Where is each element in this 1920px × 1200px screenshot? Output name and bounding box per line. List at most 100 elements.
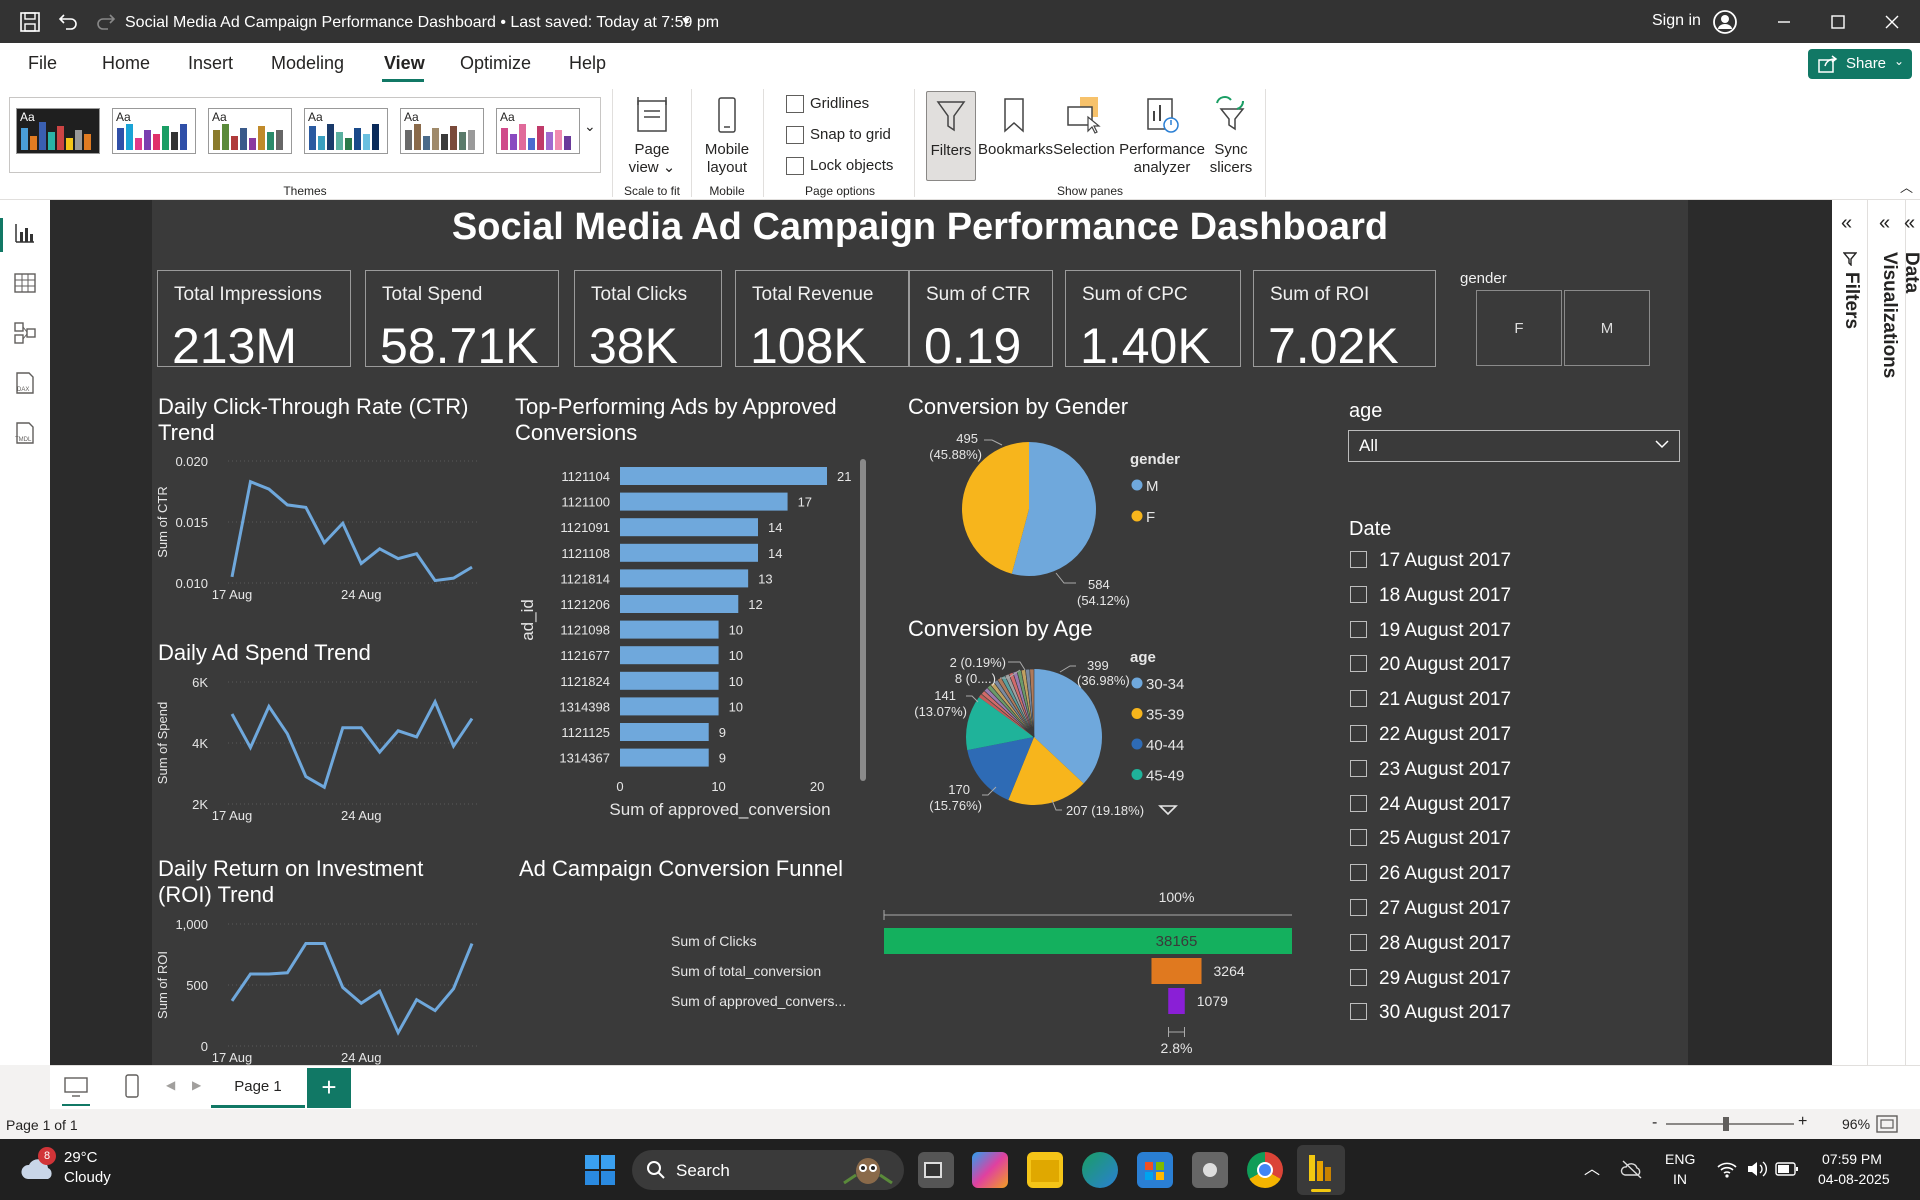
undo-icon[interactable]: [56, 10, 80, 34]
bookmarks-pane-button[interactable]: Bookmarks: [978, 91, 1053, 159]
spend-line-chart[interactable]: 2K 4K 6K Sum of Spend 17 Aug 24 Aug: [152, 670, 492, 830]
kpi-card-total-spend[interactable]: Total Spend 58.71K: [365, 270, 559, 374]
file-explorer-icon[interactable]: [1027, 1152, 1063, 1188]
add-page-button[interactable]: +: [307, 1068, 351, 1108]
lock-objects-checkbox[interactable]: Lock objects: [786, 157, 893, 176]
theme-4[interactable]: Aa: [304, 108, 388, 154]
menu-home[interactable]: Home: [102, 53, 150, 74]
ctr-line-chart[interactable]: 0.010 0.015 0.020 Sum of CTR 17 Aug 24 Aug: [152, 445, 492, 605]
snap-to-grid-checkbox[interactable]: Snap to grid: [786, 126, 891, 145]
visualizations-pane-collapsed[interactable]: « Visualizations: [1870, 200, 1906, 1065]
age-slicer-dropdown[interactable]: All: [1348, 430, 1680, 462]
conversion-funnel-chart[interactable]: 100% Sum of Clicks 38165 Sum of total_conve…: [512, 885, 1292, 1065]
menu-view[interactable]: View: [384, 53, 425, 74]
desktop-layout-icon[interactable]: [64, 1076, 88, 1098]
copilot-icon[interactable]: [972, 1152, 1008, 1188]
selection-pane-button[interactable]: Selection: [1052, 91, 1116, 159]
prev-page-icon[interactable]: ◀: [166, 1078, 175, 1092]
date-slicer-item[interactable]: 26 August 2017: [1350, 863, 1511, 885]
menu-help[interactable]: Help: [569, 53, 606, 74]
date-slicer-item[interactable]: 23 August 2017: [1350, 759, 1511, 781]
menu-optimize[interactable]: Optimize: [460, 53, 531, 74]
date-slicer-item[interactable]: 18 August 2017: [1350, 585, 1511, 607]
store-icon[interactable]: [1137, 1152, 1173, 1188]
menu-insert[interactable]: Insert: [188, 53, 233, 74]
gender-option-m[interactable]: M: [1564, 290, 1650, 366]
date-slicer-item[interactable]: 30 August 2017: [1350, 1002, 1511, 1024]
theme-6[interactable]: Aa: [496, 108, 580, 154]
power-bi-icon[interactable]: [1297, 1145, 1345, 1195]
save-icon[interactable]: [18, 10, 42, 34]
filters-pane-collapsed[interactable]: « Filters: [1832, 200, 1868, 1065]
zoom-slider-thumb[interactable]: [1723, 1117, 1729, 1131]
language-indicator[interactable]: ENG: [1665, 1151, 1695, 1167]
model-view-icon[interactable]: [12, 320, 38, 346]
windows-start-icon[interactable]: [584, 1154, 616, 1186]
themes-expand-icon[interactable]: ⌄: [584, 118, 596, 135]
task-view-icon[interactable]: [918, 1152, 954, 1188]
data-pane-collapsed[interactable]: « Data: [1901, 200, 1920, 1065]
camera-icon[interactable]: [1192, 1152, 1228, 1188]
kpi-card-sum-cpc[interactable]: Sum of CPC 1.40K: [1065, 270, 1241, 374]
zoom-slider-track[interactable]: [1666, 1123, 1794, 1125]
page-tab-1[interactable]: Page 1: [211, 1068, 305, 1108]
onedrive-off-icon[interactable]: [1620, 1159, 1644, 1179]
gender-option-f[interactable]: F: [1476, 290, 1562, 366]
report-view-icon[interactable]: [12, 220, 38, 246]
menu-modeling[interactable]: Modeling: [271, 53, 344, 74]
date-slicer-item[interactable]: 24 August 2017: [1350, 794, 1511, 816]
wifi-icon[interactable]: [1716, 1159, 1738, 1179]
filters-pane-button[interactable]: Filters: [926, 91, 976, 181]
theme-3[interactable]: Aa: [208, 108, 292, 154]
sign-in-link[interactable]: Sign in: [1652, 12, 1701, 30]
date-slicer-item[interactable]: 22 August 2017: [1350, 724, 1511, 746]
fit-to-page-icon[interactable]: [1876, 1115, 1898, 1133]
gridlines-checkbox[interactable]: Gridlines: [786, 95, 869, 114]
top-ads-bar-chart[interactable]: 1121104 21 1121100 17 1121091 14 1121108 14 1121…: [507, 455, 887, 835]
kpi-card-sum-roi[interactable]: Sum of ROI 7.02K: [1253, 270, 1436, 374]
redo-icon[interactable]: [94, 10, 118, 34]
theme-1[interactable]: Aa: [16, 108, 100, 154]
taskbar-search[interactable]: Search: [632, 1150, 904, 1190]
date-slicer-item[interactable]: 29 August 2017: [1350, 968, 1511, 990]
page-view-button[interactable]: Page view ⌄: [618, 91, 686, 177]
kpi-card-total-revenue[interactable]: Total Revenue 108K: [735, 270, 909, 374]
expand-filters-icon[interactable]: «: [1841, 212, 1852, 235]
sync-slicers-button[interactable]: Sync slicers: [1208, 91, 1254, 177]
roi-line-chart[interactable]: 0 500 1,000 Sum of ROI 17 Aug 24 Aug: [152, 912, 492, 1067]
date-slicer-item[interactable]: 19 August 2017: [1350, 620, 1511, 642]
chrome-icon[interactable]: [1247, 1152, 1283, 1188]
show-hidden-icons-icon[interactable]: ︿: [1584, 1155, 1600, 1179]
kpi-card-total-clicks[interactable]: Total Clicks 38K: [574, 270, 722, 374]
date-slicer-item[interactable]: 27 August 2017: [1350, 898, 1511, 920]
maximize-icon[interactable]: [1826, 10, 1850, 34]
volume-icon[interactable]: [1746, 1159, 1768, 1179]
title-dropdown-icon[interactable]: ▼: [680, 14, 692, 28]
performance-analyzer-button[interactable]: Performance analyzer: [1118, 91, 1206, 177]
close-icon[interactable]: [1880, 10, 1904, 34]
expand-visualizations-icon[interactable]: «: [1879, 212, 1890, 235]
date-slicer-item[interactable]: 28 August 2017: [1350, 933, 1511, 955]
battery-icon[interactable]: [1775, 1161, 1799, 1177]
date-slicer-item[interactable]: 20 August 2017: [1350, 654, 1511, 676]
next-page-icon[interactable]: ▶: [192, 1078, 201, 1092]
gender-pie-chart[interactable]: 584(54.12%) 495(45.88%) gender MF: [892, 428, 1262, 608]
theme-2[interactable]: Aa: [112, 108, 196, 154]
zoom-in-button[interactable]: +: [1798, 1113, 1807, 1131]
dax-query-view-icon[interactable]: DAX: [12, 370, 38, 396]
collapse-ribbon-icon[interactable]: ︿: [1900, 177, 1913, 196]
kpi-card-sum-ctr[interactable]: Sum of CTR 0.19: [909, 270, 1053, 374]
mobile-layout-button[interactable]: Mobile layout: [696, 91, 758, 177]
account-icon[interactable]: [1712, 9, 1738, 35]
theme-5[interactable]: Aa: [400, 108, 484, 154]
tmdl-view-icon[interactable]: TMDL: [12, 420, 38, 446]
zoom-out-button[interactable]: -: [1652, 1114, 1657, 1132]
kpi-card-total-impressions[interactable]: Total Impressions 213M: [157, 270, 351, 374]
share-button[interactable]: Share ⌄: [1808, 49, 1912, 79]
edge-icon[interactable]: [1082, 1152, 1118, 1188]
date-slicer-item[interactable]: 17 August 2017: [1350, 550, 1511, 572]
mobile-layout-icon[interactable]: [124, 1074, 140, 1098]
age-pie-chart[interactable]: 399(36.98%) 207 (19.18%) 170(15.76%) 141(13…: [892, 640, 1262, 830]
clock-time[interactable]: 07:59 PM: [1822, 1151, 1882, 1167]
date-slicer-item[interactable]: 21 August 2017: [1350, 689, 1511, 711]
